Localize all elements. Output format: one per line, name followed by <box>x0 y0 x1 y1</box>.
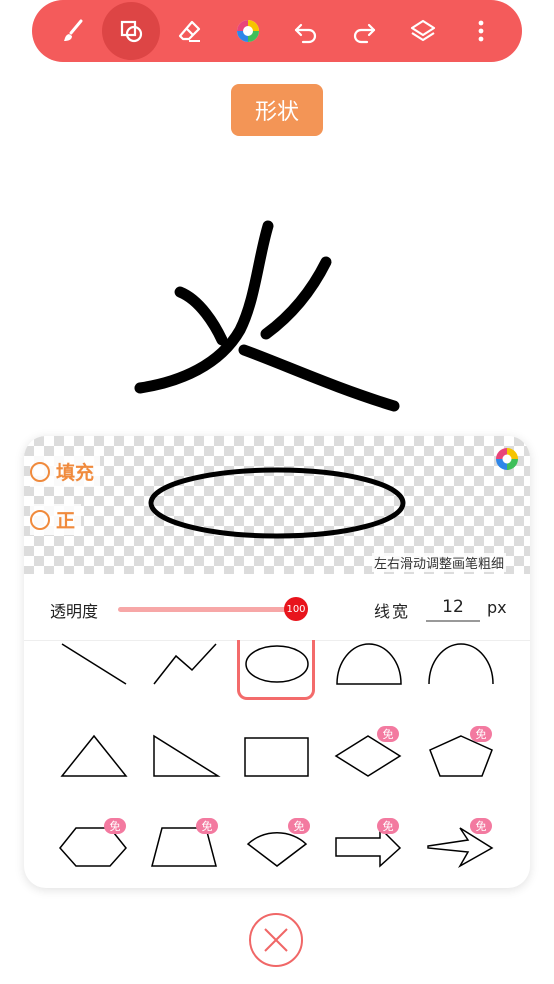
linewidth-label: 线宽 <box>374 602 411 621</box>
shape-grid: 免 免 免 免 免 免 免 <box>24 640 530 888</box>
thickness-hint: 左右滑动调整画笔粗细 <box>371 553 506 572</box>
layers-icon <box>410 19 435 42</box>
fill-radio[interactable] <box>30 461 50 482</box>
shape-rhombus[interactable] <box>324 730 414 790</box>
layers-tool[interactable] <box>394 2 452 60</box>
shape-semicircle[interactable] <box>324 640 414 700</box>
free-badge: 免 <box>470 726 492 742</box>
more-tool[interactable] <box>452 2 510 60</box>
eraser-icon <box>178 20 200 42</box>
free-badge: 免 <box>377 726 399 742</box>
free-badge: 免 <box>377 818 399 834</box>
color-wheel-icon <box>236 20 259 42</box>
shape-icon <box>121 20 143 43</box>
shape-triangle[interactable] <box>48 730 138 790</box>
top-toolbar <box>32 0 522 62</box>
shape-rectangle[interactable] <box>232 730 322 790</box>
linewidth-input[interactable]: 12 <box>426 594 480 622</box>
shape-line[interactable] <box>48 640 138 700</box>
shape-arc[interactable] <box>416 640 506 700</box>
preview-ellipse <box>148 467 406 539</box>
brush-tool[interactable] <box>44 2 102 60</box>
close-button[interactable] <box>249 913 303 967</box>
color-picker-icon[interactable] <box>494 446 520 472</box>
redo-icon <box>354 23 376 44</box>
regular-option[interactable]: 正 <box>30 504 82 535</box>
free-badge: 免 <box>288 818 310 834</box>
shape-panel: 填充 正 左右滑动调整画笔粗细 透明度 100 线宽 12 px 免 免 免 免… <box>24 436 530 888</box>
opacity-label: 透明度 <box>50 602 99 621</box>
shape-mode-label[interactable]: 形状 <box>231 84 323 136</box>
shape-arrow[interactable] <box>324 820 414 880</box>
color-tool[interactable] <box>219 2 277 60</box>
shape-ellipse[interactable] <box>232 640 322 700</box>
drawing-canvas[interactable] <box>0 150 554 435</box>
close-icon <box>264 928 288 952</box>
fill-option[interactable]: 填充 <box>30 456 101 487</box>
stroke-2 <box>260 256 332 340</box>
shape-preview[interactable]: 填充 正 左右滑动调整画笔粗细 <box>24 436 530 574</box>
controls-row: 透明度 100 线宽 12 px <box>24 574 530 641</box>
undo-tool[interactable] <box>277 2 335 60</box>
shape-right-triangle[interactable] <box>140 730 230 790</box>
shape-tool[interactable] <box>102 2 161 60</box>
fill-label: 填充 <box>56 462 95 484</box>
free-badge: 免 <box>470 818 492 834</box>
regular-label: 正 <box>56 510 76 532</box>
shape-pentagon[interactable] <box>416 730 506 790</box>
brush-icon <box>64 19 83 41</box>
free-badge: 免 <box>104 818 126 834</box>
undo-icon <box>295 23 317 44</box>
linewidth-unit: px <box>487 598 507 617</box>
free-badge: 免 <box>196 818 218 834</box>
stroke-4 <box>238 344 400 412</box>
eraser-tool[interactable] <box>161 2 219 60</box>
regular-radio[interactable] <box>30 509 50 530</box>
opacity-slider[interactable] <box>118 607 296 612</box>
more-vertical-icon <box>478 20 484 42</box>
stroke-1 <box>174 286 228 346</box>
shape-star-arrow[interactable] <box>416 820 506 880</box>
shape-polyline[interactable] <box>140 640 230 700</box>
redo-tool[interactable] <box>335 2 393 60</box>
opacity-slider-thumb[interactable]: 100 <box>284 597 308 621</box>
